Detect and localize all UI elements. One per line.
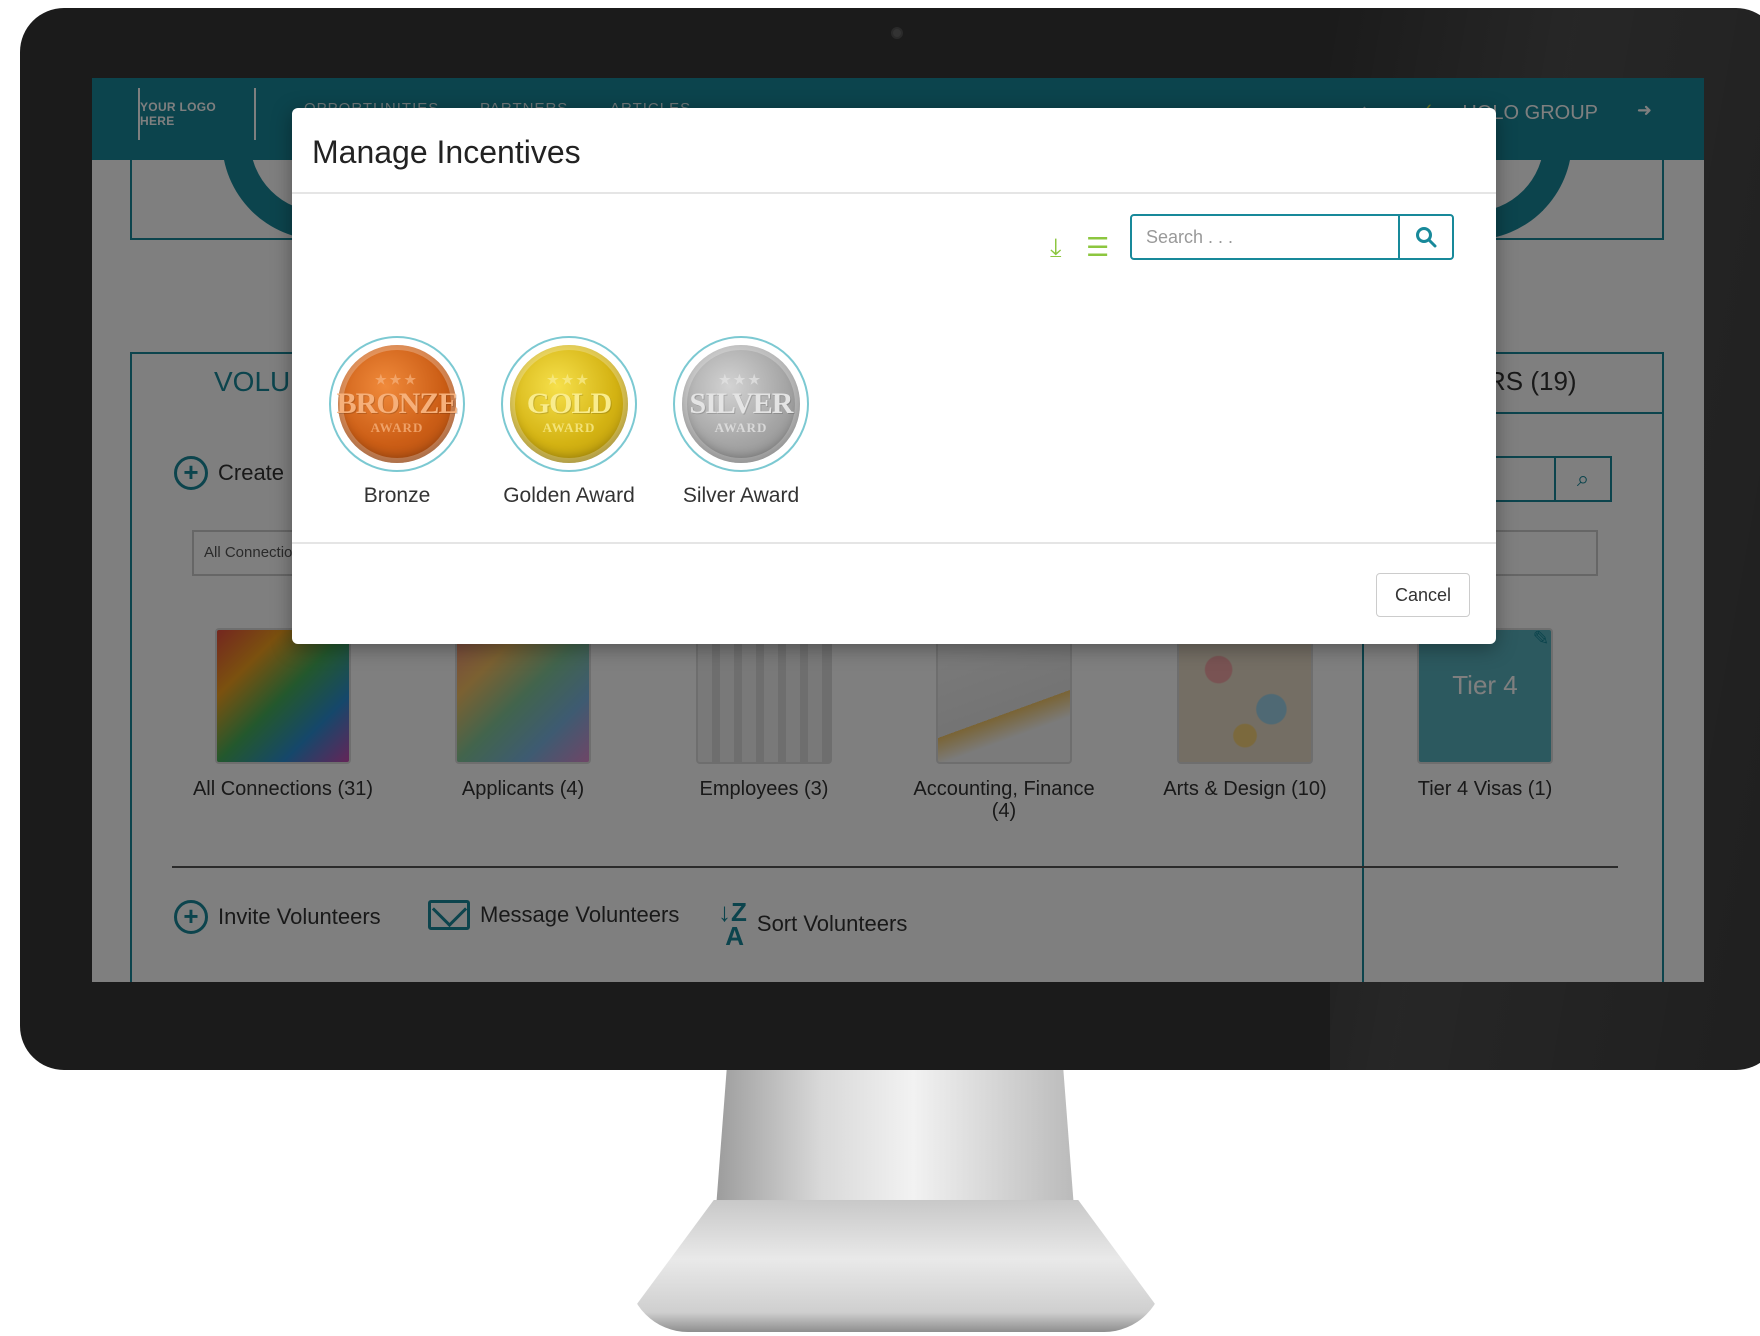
medal-ring: ★★★ BRONZE AWARD [329, 336, 465, 472]
gold-medal-icon: ★★★ GOLD AWARD [510, 345, 628, 463]
incentive-label: Bronze [363, 484, 431, 507]
medal-sub: AWARD [714, 420, 768, 435]
medal-sub: AWARD [370, 420, 424, 435]
cancel-button[interactable]: Cancel [1376, 573, 1470, 617]
incentive-silver[interactable]: ★★★ SILVER AWARD Silver Award [646, 336, 836, 508]
medal-text: BRONZE [336, 387, 459, 420]
modal-header: Manage Incentives [292, 108, 1496, 194]
medal-text: SILVER [689, 387, 794, 420]
camera-icon [891, 27, 903, 39]
medal-ring: ★★★ SILVER AWARD [673, 336, 809, 472]
incentive-search [1130, 214, 1454, 260]
medal-text: GOLD [526, 387, 612, 420]
search-input[interactable] [1132, 216, 1402, 258]
modal-title: Manage Incentives [312, 134, 581, 170]
modal-footer-divider [292, 542, 1496, 544]
search-icon [1416, 227, 1437, 248]
incentive-label: Silver Award [682, 484, 800, 507]
silver-medal-icon: ★★★ SILVER AWARD [682, 345, 800, 463]
screen: YOUR LOGO HERE OPPORTUNITIES PARTNERS AR… [92, 78, 1704, 982]
medal-ring: ★★★ GOLD AWARD [501, 336, 637, 472]
list-icon[interactable]: ☰ [1086, 232, 1109, 263]
medal-sub: AWARD [542, 420, 596, 435]
incentive-gold[interactable]: ★★★ GOLD AWARD Golden Award [474, 336, 664, 508]
incentive-label: Golden Award [503, 484, 635, 507]
bronze-medal-icon: ★★★ BRONZE AWARD [336, 345, 459, 463]
search-button[interactable] [1398, 216, 1452, 258]
incentive-bronze[interactable]: ★★★ BRONZE AWARD Bronze [302, 336, 492, 508]
monitor-base [628, 1200, 1164, 1332]
manage-incentives-modal: Manage Incentives ⤓ ☰ ★★★ BRONZE AWARD [292, 108, 1496, 644]
download-icon[interactable]: ⤓ [1050, 232, 1062, 264]
